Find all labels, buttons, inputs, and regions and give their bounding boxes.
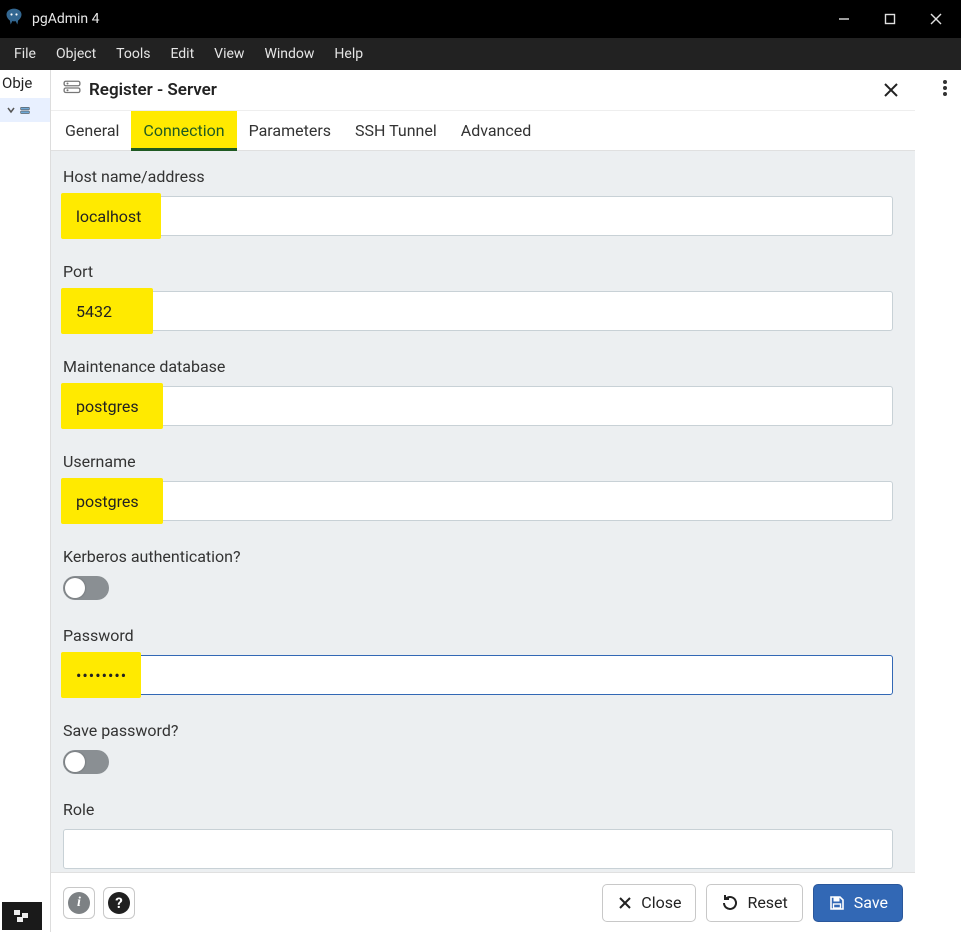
close-button-label: Close [641,893,681,912]
server-icon [63,79,81,101]
save-password-label: Save password? [63,721,893,740]
server-group-icon [20,101,30,120]
role-label: Role [63,800,893,819]
window-maximize-button[interactable] [867,0,913,38]
tab-connection[interactable]: Connection [131,111,236,150]
info-icon: i [68,892,90,914]
kerberos-label: Kerberos authentication? [63,547,893,566]
tab-advanced[interactable]: Advanced [449,111,544,150]
object-tree-row-servers[interactable] [0,98,50,122]
kerberos-toggle[interactable] [63,576,109,600]
password-input[interactable] [63,655,893,695]
menubar: File Object Tools Edit View Window Help [0,38,961,70]
menu-object[interactable]: Object [48,42,104,66]
save-button[interactable]: Save [813,884,903,922]
window-titlebar: pgAdmin 4 [0,0,961,38]
password-label: Password [63,626,893,645]
menu-tools[interactable]: Tools [108,42,158,66]
host-input[interactable] [63,196,893,236]
window-minimize-button[interactable] [821,0,867,38]
menu-help[interactable]: Help [326,42,371,66]
port-input[interactable] [63,291,893,331]
username-label: Username [63,452,893,471]
window-close-button[interactable] [913,0,959,38]
dialog-tabs: General Connection Parameters SSH Tunnel… [51,111,915,151]
reset-button[interactable]: Reset [706,884,802,922]
help-icon: ? [108,892,130,914]
host-label: Host name/address [63,167,893,186]
tab-parameters[interactable]: Parameters [237,111,343,150]
overflow-menu-button[interactable] [933,76,957,100]
window-title: pgAdmin 4 [32,11,100,27]
dialog-title: Register - Server [89,80,217,100]
help-button[interactable]: ? [103,887,135,919]
tab-general[interactable]: General [53,111,131,150]
info-button[interactable]: i [63,887,95,919]
port-label: Port [63,262,893,281]
role-input[interactable] [63,829,893,869]
menu-window[interactable]: Window [256,42,322,66]
reset-button-label: Reset [747,893,787,912]
menu-edit[interactable]: Edit [162,42,202,66]
maintenance-db-label: Maintenance database [63,357,893,376]
maintenance-db-input[interactable] [63,386,893,426]
object-explorer-header: Obje [0,70,50,98]
close-button[interactable]: Close [602,884,696,922]
save-button-label: Save [854,893,888,912]
username-input[interactable] [63,481,893,521]
save-password-toggle[interactable] [63,750,109,774]
menu-file[interactable]: File [6,42,44,66]
dialog-footer: i ? Close Reset Save [51,872,915,932]
dialog-close-button[interactable] [879,78,903,102]
register-server-dialog: Register - Server General Connection Par… [50,70,915,932]
bottom-left-panel-toggle[interactable] [2,902,42,930]
host-input-wrap [63,196,893,236]
app-icon [4,7,24,31]
tab-ssh-tunnel[interactable]: SSH Tunnel [343,111,449,150]
menu-view[interactable]: View [206,42,252,66]
